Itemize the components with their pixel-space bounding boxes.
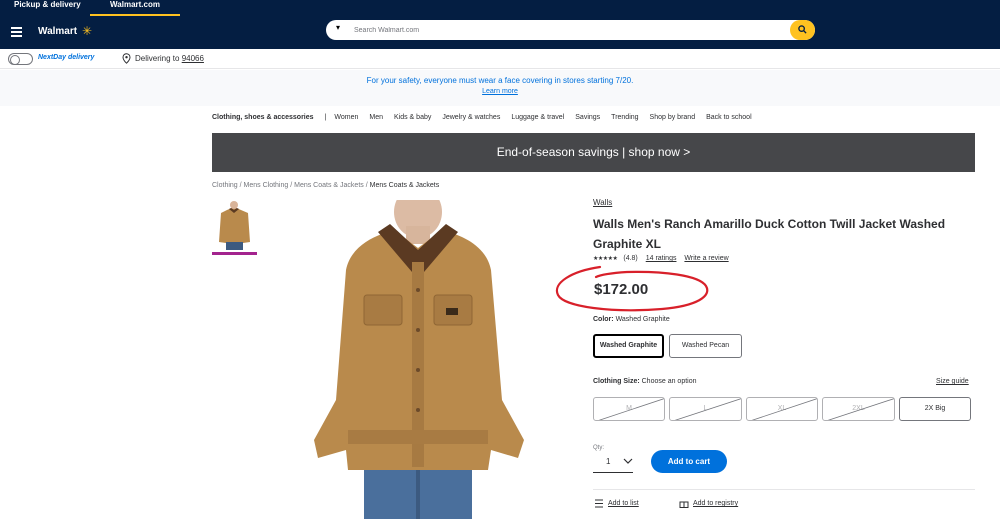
size-option-2x-big[interactable]: 2X Big xyxy=(899,397,971,421)
tab-walmart-com[interactable]: Walmart.com xyxy=(90,0,180,16)
breadcrumb-item[interactable]: Mens Clothing xyxy=(244,182,289,189)
delivery-location[interactable]: Delivering to 94066 xyxy=(135,54,204,63)
nav-kids-baby[interactable]: Kids & baby xyxy=(394,114,431,121)
qty-label: Qty: xyxy=(593,445,605,451)
size-option-xl[interactable]: XL xyxy=(746,397,818,421)
size-guide-link[interactable]: Size guide xyxy=(936,378,969,385)
nav-back-to-school[interactable]: Back to school xyxy=(706,114,752,121)
size-label: Clothing Size: Choose an option xyxy=(593,378,697,385)
nextday-label: NextDay delivery xyxy=(38,54,95,61)
product-thumbnail[interactable] xyxy=(212,200,257,255)
nav-trending[interactable]: Trending xyxy=(611,114,638,121)
nav-shop-by-brand[interactable]: Shop by brand xyxy=(650,114,696,121)
delivering-label: Delivering to xyxy=(135,54,182,63)
product-title: Walls Men's Ranch Amarillo Duck Cotton T… xyxy=(593,217,946,251)
spark-icon: ✳ xyxy=(82,24,93,38)
header-bar: Pickup & delivery Walmart.com Walmart ✳ … xyxy=(0,0,1000,49)
walmart-logo[interactable]: Walmart xyxy=(38,26,77,37)
menu-icon[interactable] xyxy=(11,27,22,39)
write-review-link[interactable]: Write a review xyxy=(684,255,728,262)
size-option-m[interactable]: M xyxy=(593,397,665,421)
qty-value: 1 xyxy=(606,457,611,466)
nextday-toggle[interactable] xyxy=(8,53,33,65)
add-to-cart-button[interactable]: Add to cart xyxy=(651,450,727,473)
rating-row: ★★★★★ (4.8) 14 ratings Write a review xyxy=(593,255,729,262)
nav-women[interactable]: Women xyxy=(334,114,358,121)
product-price: $172.00 xyxy=(594,281,649,298)
nav-savings[interactable]: Savings xyxy=(575,114,600,121)
chevron-down-icon xyxy=(623,458,633,464)
breadcrumb-current: Mens Coats & Jackets xyxy=(369,182,440,189)
learn-more-link[interactable]: Learn more xyxy=(0,88,1000,95)
nav-luggage-travel[interactable]: Luggage & travel xyxy=(511,114,564,121)
product-image[interactable] xyxy=(306,186,543,519)
breadcrumb: Clothing / Mens Clothing / Mens Coats & … xyxy=(212,182,440,189)
size-option-2xl[interactable]: 2XL xyxy=(822,397,895,421)
ratings-count-link[interactable]: 14 ratings xyxy=(646,255,677,262)
color-label: Color: Washed Graphite xyxy=(593,316,670,323)
nav-clothing-shoes[interactable]: Clothing, shoes & accessories xyxy=(212,114,314,121)
tab-pickup-delivery[interactable]: Pickup & delivery xyxy=(14,0,81,15)
search-icon xyxy=(798,25,807,34)
quantity-select[interactable]: 1 xyxy=(593,453,633,473)
rating-value: (4.8) xyxy=(623,255,638,262)
banner-message: For your safety, everyone must wear a fa… xyxy=(366,76,634,85)
nav-men[interactable]: Men xyxy=(369,114,383,121)
nav-separator: | xyxy=(324,114,327,121)
location-pin-icon xyxy=(122,53,131,64)
department-dropdown[interactable]: ▾ xyxy=(336,23,340,32)
promo-banner[interactable]: End-of-season savings | shop now > xyxy=(212,133,975,172)
color-label-key: Color: xyxy=(593,316,614,323)
add-to-list-link[interactable]: Add to list xyxy=(608,500,639,507)
add-to-registry-link[interactable]: Add to registry xyxy=(693,500,738,507)
list-icon xyxy=(595,499,603,508)
zip-code[interactable]: 94066 xyxy=(182,54,204,63)
brand-link[interactable]: Walls xyxy=(593,198,612,207)
breadcrumb-item[interactable]: Mens Coats & Jackets xyxy=(294,182,364,189)
safety-banner: For your safety, everyone must wear a fa… xyxy=(0,70,1000,106)
nav-jewelry-watches[interactable]: Jewelry & watches xyxy=(442,114,500,121)
size-label-key: Clothing Size: xyxy=(593,378,640,385)
breadcrumb-item[interactable]: Clothing xyxy=(212,182,238,189)
delivery-bar: NextDay delivery Delivering to 94066 xyxy=(0,49,1000,69)
size-option-l[interactable]: L xyxy=(669,397,742,421)
search-input[interactable] xyxy=(354,23,784,37)
color-option-washed-pecan[interactable]: Washed Pecan xyxy=(669,334,742,358)
color-option-washed-graphite[interactable]: Washed Graphite xyxy=(593,334,664,358)
color-selected-value: Washed Graphite xyxy=(615,316,670,323)
search-button[interactable] xyxy=(790,20,815,40)
divider xyxy=(593,489,975,490)
rating-stars: ★★★★★ xyxy=(593,256,618,262)
size-selected-value: Choose an option xyxy=(641,378,697,385)
gift-icon xyxy=(679,501,689,508)
category-nav: Clothing, shoes & accessories | Women Men Ki… xyxy=(212,114,763,121)
search-bar: ▾ xyxy=(326,20,815,40)
